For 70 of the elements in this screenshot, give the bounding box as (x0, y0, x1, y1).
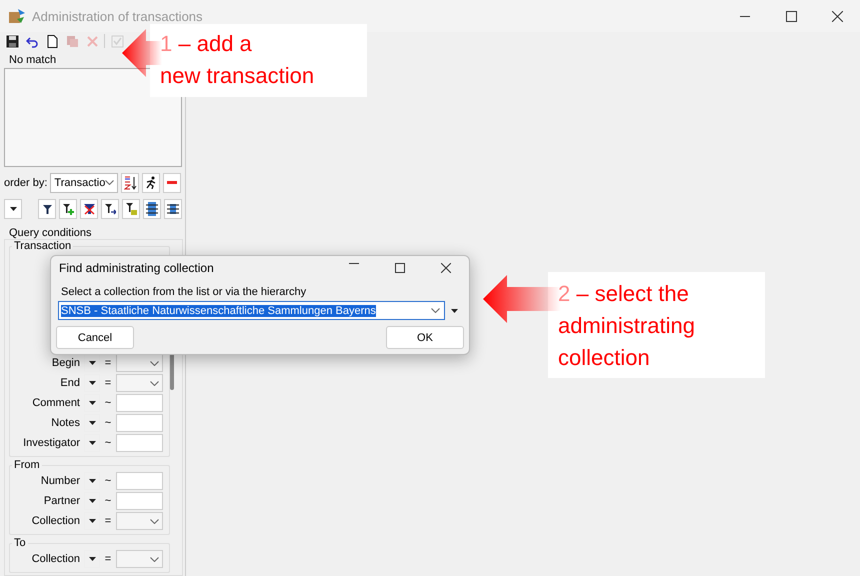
scroll-bar[interactable] (170, 352, 174, 390)
caret-icon (88, 381, 96, 385)
operator-symbol: ~ (104, 475, 112, 487)
field-label: Partner (42, 495, 80, 507)
input-field[interactable] (116, 472, 163, 490)
dialog-title: Find administrating collection (59, 261, 214, 275)
input-field[interactable] (116, 492, 163, 510)
input-field[interactable] (116, 394, 163, 412)
field-label: Notes (50, 417, 80, 429)
dropdown-icon[interactable] (4, 199, 22, 219)
input-field[interactable] (116, 434, 163, 452)
ok-button[interactable]: OK (386, 326, 464, 349)
group-title: To (13, 537, 27, 549)
expand-list-icon[interactable] (143, 199, 161, 219)
operator-symbol: ~ (104, 495, 112, 507)
operator-symbol: = (104, 553, 112, 565)
chevron-icon (150, 518, 159, 524)
order-by-dropdown[interactable]: Transactio (50, 172, 118, 193)
field-label: End (59, 377, 80, 389)
runner-icon[interactable] (142, 172, 160, 193)
group-title: Transaction (13, 240, 72, 252)
field-label: Collection (30, 515, 80, 527)
caret-icon (88, 401, 96, 405)
callout-text: 1 – add a new transaction (150, 24, 367, 97)
operator-symbol: = (104, 515, 112, 527)
chevron-icon (150, 556, 159, 562)
caret-icon (450, 308, 458, 312)
caret-icon (88, 479, 96, 483)
operator-symbol: = (104, 377, 112, 389)
add-filter-icon[interactable] (59, 199, 77, 219)
arrow-icon (483, 275, 561, 323)
arrow-icon (122, 29, 162, 77)
sort-icon[interactable] (121, 172, 140, 193)
field-label: Comment (31, 397, 80, 409)
collapse-list-icon[interactable] (164, 199, 182, 219)
status-text: No match (9, 54, 58, 66)
caret-icon (88, 499, 96, 503)
chevron-icon (105, 180, 114, 186)
save-icon[interactable] (4, 33, 20, 49)
chevron-icon (150, 360, 159, 366)
field-label: Number (40, 475, 80, 487)
operator-symbol: ~ (104, 437, 112, 449)
remove-icon[interactable] (163, 172, 182, 193)
operator-symbol: ~ (104, 397, 112, 409)
operator-symbol: ~ (104, 417, 112, 429)
field-label: Investigator (22, 437, 80, 449)
order-by-label: order by: (4, 176, 48, 189)
collection-combo-box[interactable]: SNSB - Staatliche Naturwissenschaftliche Sammlungen Bayerns (58, 301, 445, 320)
caret-icon (88, 421, 96, 425)
query-conditions-title: Query conditions (9, 227, 93, 239)
group-title: From (13, 459, 41, 471)
caret-icon (88, 361, 96, 365)
app-icon (8, 7, 26, 25)
caret-icon (10, 207, 16, 211)
input-field[interactable] (116, 414, 163, 432)
field-label: Begin (50, 357, 80, 369)
field-label: Collection (30, 553, 80, 565)
chevron-icon (150, 380, 159, 386)
caret-icon (88, 557, 96, 561)
window-title: Administration of transactions (32, 8, 203, 24)
caret-icon (88, 441, 96, 445)
cancel-button[interactable]: Cancel (56, 326, 134, 349)
caret-icon (88, 519, 96, 523)
chevron-icon (431, 308, 440, 313)
operator-symbol: = (104, 357, 112, 369)
prompt-text: Select a collection from the list or via the hierarchy (61, 286, 308, 298)
filter-icon[interactable] (38, 199, 56, 219)
callout-text: 2 – select the administrating collection (548, 272, 765, 378)
filter-chart-icon[interactable] (122, 199, 140, 219)
clear-filter-icon[interactable] (80, 199, 98, 219)
